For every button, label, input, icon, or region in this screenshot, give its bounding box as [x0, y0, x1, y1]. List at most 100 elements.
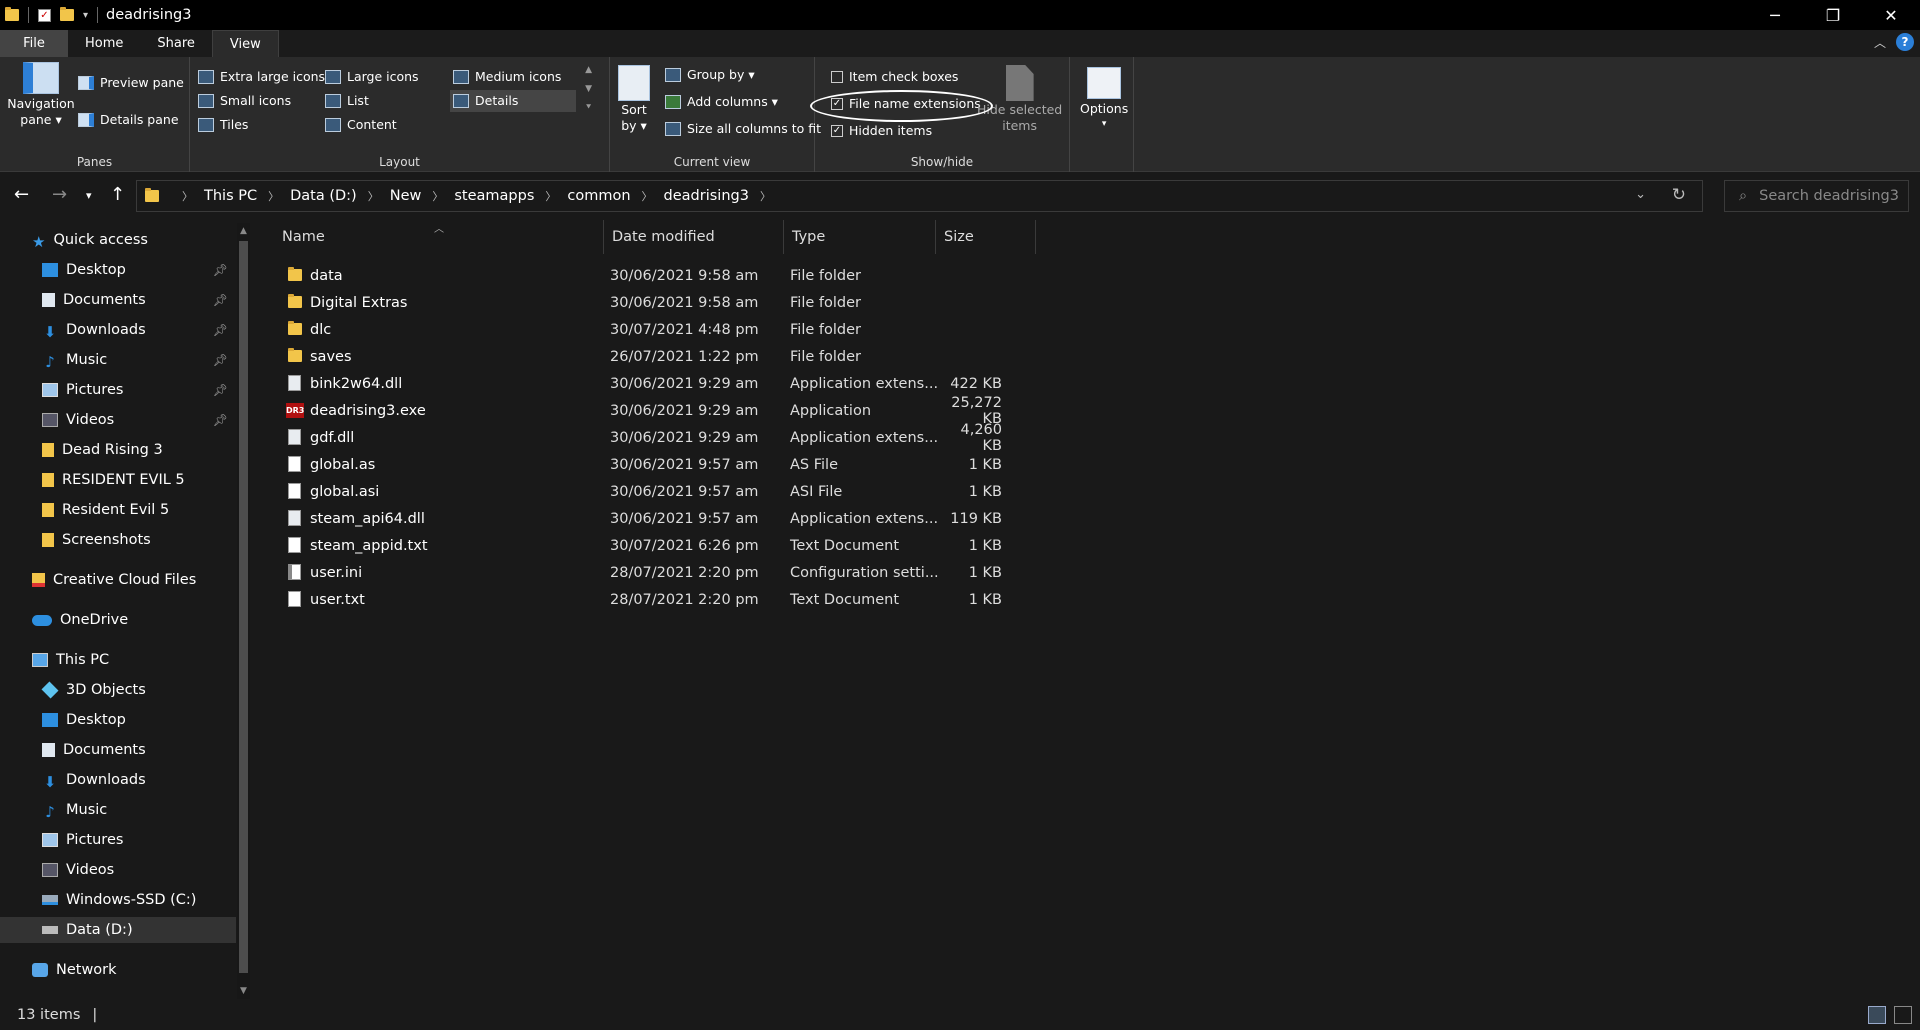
list-option[interactable]: List [325, 93, 369, 108]
preview-pane-button[interactable]: Preview pane [78, 75, 184, 90]
search-box[interactable]: ⌕ Search deadrising3 [1724, 180, 1909, 212]
pin-icon[interactable]: 📌︎ [213, 353, 228, 367]
breadcrumb-data-d[interactable]: Data (D:) [290, 188, 357, 204]
sidebar-item-network[interactable]: Network [0, 957, 236, 983]
pin-icon[interactable]: 📌︎ [213, 413, 228, 427]
file-row[interactable]: global.as 30/06/2021 9:57 am AS File 1 K… [262, 451, 1032, 478]
file-row[interactable]: data 30/06/2021 9:58 am File folder [262, 262, 1032, 289]
sidebar-item-pc-music[interactable]: ♪ Music [0, 797, 236, 823]
sidebar-item-desktop[interactable]: Desktop 📌︎ [0, 257, 236, 283]
sort-by-button[interactable]: Sort by ▾ [618, 65, 650, 133]
sidebar-item-creative-cloud[interactable]: Creative Cloud Files [0, 567, 236, 593]
pin-icon[interactable]: 📌︎ [213, 293, 228, 307]
small-icons-option[interactable]: Small icons [198, 93, 291, 108]
column-header-date[interactable]: Date modified [604, 220, 784, 254]
sidebar-item-documents[interactable]: Documents 📌︎ [0, 287, 236, 313]
pin-icon[interactable]: 📌︎ [213, 383, 228, 397]
chevron-right-icon[interactable]: 〉 [268, 188, 279, 204]
scrollbar-thumb[interactable] [239, 241, 248, 973]
options-button[interactable]: Options ▾ [1080, 67, 1128, 129]
help-icon[interactable]: ? [1896, 33, 1914, 51]
hidden-items-toggle[interactable]: ✓ Hidden items [831, 123, 932, 138]
back-arrow-icon[interactable]: ← [14, 184, 29, 205]
sidebar-item-pc-downloads[interactable]: ⬇ Downloads [0, 767, 236, 793]
file-row[interactable]: steam_appid.txt 30/07/2021 6:26 pm Text … [262, 532, 1032, 559]
properties-icon[interactable]: ✓ [38, 8, 51, 22]
file-row[interactable]: dlc 30/07/2021 4:48 pm File folder [262, 316, 1032, 343]
sidebar-item-onedrive[interactable]: OneDrive [0, 607, 236, 633]
sidebar-item-windows-ssd[interactable]: Windows-SSD (C:) [0, 887, 236, 913]
sidebar-item-downloads[interactable]: ⬇ Downloads 📌︎ [0, 317, 236, 343]
column-header-size[interactable]: Size [936, 220, 1036, 254]
sidebar-item-resident-evil-5[interactable]: Resident Evil 5 [0, 497, 236, 523]
sidebar-item-videos[interactable]: Videos 📌︎ [0, 407, 236, 433]
medium-icons-option[interactable]: Medium icons [453, 69, 561, 84]
scroll-up-icon[interactable]: ▲ [585, 65, 592, 75]
chevron-right-icon[interactable]: 〉 [182, 188, 193, 204]
chevron-right-icon[interactable]: 〉 [642, 188, 653, 204]
up-arrow-icon[interactable]: ↑ [110, 184, 125, 205]
pin-icon[interactable]: 📌︎ [213, 323, 228, 337]
details-pane-button[interactable]: Details pane [78, 112, 179, 127]
tab-view[interactable]: View [211, 30, 279, 57]
expand-layout-icon[interactable]: ⯆ [585, 103, 592, 113]
file-row[interactable]: user.txt 28/07/2021 2:20 pm Text Documen… [262, 586, 1032, 613]
close-button[interactable]: ✕ [1862, 0, 1920, 30]
tab-file[interactable]: File [0, 30, 68, 57]
navigation-pane-button[interactable]: Navigation pane ▾ [6, 62, 76, 126]
sidebar-item-pc-pictures[interactable]: Pictures [0, 827, 236, 853]
forward-arrow-icon[interactable]: → [52, 184, 67, 205]
hidden-items-checkbox[interactable]: ✓ [831, 124, 843, 137]
file-row[interactable]: Digital Extras 30/06/2021 9:58 am File f… [262, 289, 1032, 316]
address-dropdown-icon[interactable]: ⌄ [1635, 187, 1646, 202]
item-check-boxes-toggle[interactable]: Item check boxes [831, 69, 958, 84]
file-row[interactable]: saves 26/07/2021 1:22 pm File folder [262, 343, 1032, 370]
file-row[interactable]: bink2w64.dll 30/06/2021 9:29 am Applicat… [262, 370, 1032, 397]
tab-home[interactable]: Home [68, 30, 140, 57]
sidebar-item-this-pc[interactable]: This PC [0, 647, 236, 673]
large-icons-view-icon[interactable] [1894, 1006, 1912, 1024]
minimize-ribbon-icon[interactable]: ︿ [1874, 34, 1886, 51]
size-all-columns-button[interactable]: Size all columns to fit [665, 121, 821, 136]
refresh-icon[interactable]: ↻ [1672, 185, 1686, 205]
breadcrumb-deadrising3[interactable]: deadrising3 [664, 188, 749, 204]
file-row[interactable]: DR3 deadrising3.exe 30/06/2021 9:29 am A… [262, 395, 1032, 427]
sidebar-scrollbar[interactable]: ▲ ▼ [237, 223, 250, 999]
restore-button[interactable]: ❐ [1804, 0, 1862, 30]
file-row[interactable]: user.ini 28/07/2021 2:20 pm Configuratio… [262, 559, 1032, 586]
sidebar-item-data-d[interactable]: Data (D:) [0, 917, 236, 943]
file-row[interactable]: gdf.dll 30/06/2021 9:29 am Application e… [262, 422, 1032, 454]
scroll-down-icon[interactable]: ▼ [585, 84, 592, 94]
breadcrumb-steamapps[interactable]: steamapps [454, 188, 534, 204]
sidebar-item-dead-rising-3[interactable]: Dead Rising 3 [0, 437, 236, 463]
column-header-type[interactable]: Type [784, 220, 936, 254]
column-header-name[interactable]: Name ︿ [274, 220, 604, 254]
sidebar-item-pc-desktop[interactable]: Desktop [0, 707, 236, 733]
new-folder-icon[interactable] [60, 7, 74, 21]
tiles-option[interactable]: Tiles [198, 117, 248, 132]
chevron-right-icon[interactable]: 〉 [368, 188, 379, 204]
sidebar-item-music[interactable]: ♪ Music 📌︎ [0, 347, 236, 373]
sidebar-item-resident-evil-5-caps[interactable]: RESIDENT EVIL 5 [0, 467, 236, 493]
recent-locations-icon[interactable]: ▾ [86, 189, 92, 202]
pin-icon[interactable]: 📌︎ [213, 263, 228, 277]
tab-share[interactable]: Share [140, 30, 212, 57]
customize-toolbar-icon[interactable]: ▾ [83, 10, 88, 21]
file-row[interactable]: global.asi 30/06/2021 9:57 am ASI File 1… [262, 478, 1032, 505]
content-option[interactable]: Content [325, 117, 397, 132]
sidebar-item-pc-videos[interactable]: Videos [0, 857, 236, 883]
chevron-right-icon[interactable]: 〉 [760, 188, 771, 204]
hide-selected-items-button[interactable]: Hide selected items [977, 65, 1062, 133]
minimize-button[interactable]: ─ [1746, 0, 1804, 30]
breadcrumb-this-pc[interactable]: This PC [204, 188, 257, 204]
sidebar-item-pc-documents[interactable]: Documents [0, 737, 236, 763]
scroll-down-icon[interactable]: ▼ [237, 986, 250, 996]
sidebar-item-3d-objects[interactable]: 3D Objects [0, 677, 236, 703]
breadcrumb-common[interactable]: common [567, 188, 630, 204]
breadcrumb-new[interactable]: New [390, 188, 422, 204]
sidebar-item-pictures[interactable]: Pictures 📌︎ [0, 377, 236, 403]
sidebar-item-screenshots[interactable]: Screenshots [0, 527, 236, 553]
scroll-up-icon[interactable]: ▲ [237, 226, 250, 236]
add-columns-button[interactable]: Add columns ▾ [665, 94, 778, 109]
details-option[interactable]: Details [453, 93, 518, 108]
